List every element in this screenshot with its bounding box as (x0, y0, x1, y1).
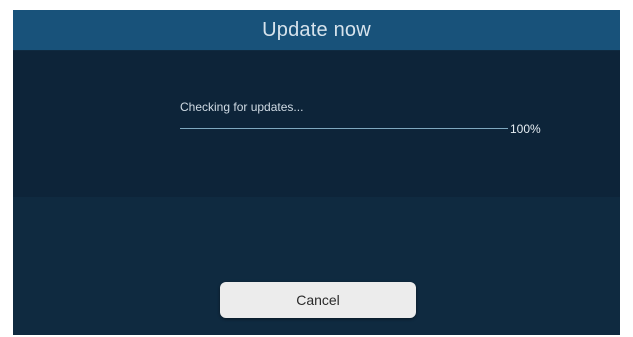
status-text: Checking for updates... (180, 100, 304, 114)
cancel-button[interactable]: Cancel (220, 282, 416, 318)
progress-bar (180, 128, 508, 129)
title-bar: Update now (13, 10, 620, 50)
content-panel: Checking for updates... 100% (13, 51, 620, 197)
progress-bar-fill (180, 128, 508, 129)
dialog-title: Update now (262, 18, 371, 41)
cancel-button-label: Cancel (296, 292, 340, 308)
progress-percent: 100% (510, 122, 541, 136)
update-dialog: Update now Checking for updates... 100% … (13, 10, 620, 335)
